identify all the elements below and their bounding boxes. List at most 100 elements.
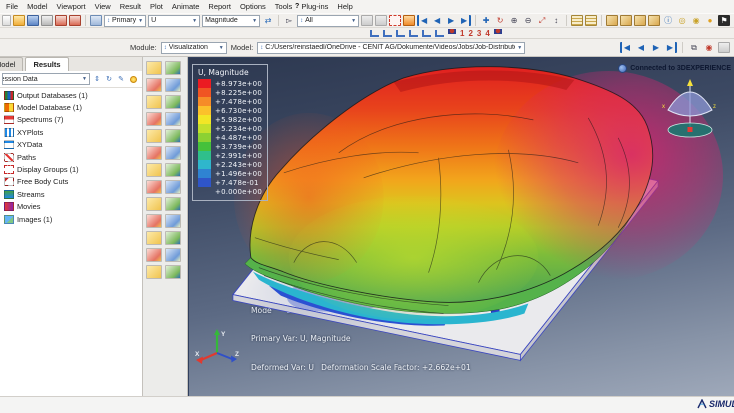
anim-next-icon[interactable]: ▶ [650, 42, 662, 53]
anim-prev-icon[interactable]: ◀ [635, 42, 647, 53]
pan-icon[interactable]: ✚ [480, 15, 492, 26]
contour-options-icon[interactable] [165, 78, 181, 92]
new-icon[interactable] [2, 15, 11, 26]
animate-time-history-icon[interactable] [146, 163, 162, 177]
view-back-icon[interactable] [383, 29, 392, 37]
tree-item[interactable]: Streams [0, 188, 142, 200]
tree-item[interactable]: Spectrums (7) [0, 114, 142, 126]
display-group-options-icon[interactable] [165, 248, 181, 262]
module-select[interactable]: ↕ Visualization ▼ [160, 41, 227, 54]
create-xy-data-icon[interactable] [146, 197, 162, 211]
free-body-cut-icon[interactable] [146, 231, 162, 245]
film-icon[interactable] [718, 42, 730, 53]
save-icon[interactable] [27, 15, 39, 26]
fit-view-icon[interactable]: ⤢ [536, 15, 548, 26]
display-group-select[interactable]: ↕ All ▼ [297, 14, 360, 27]
menu-item[interactable]: File [6, 2, 18, 11]
hidden-line-view-icon[interactable] [620, 15, 633, 26]
tree-item[interactable]: XYPlots [0, 126, 142, 138]
box-zoom-icon[interactable] [389, 15, 402, 26]
anim-last-icon[interactable]: ▶ [665, 42, 677, 53]
menu-item[interactable]: Report [208, 2, 231, 11]
animate-harmonic-icon[interactable] [165, 163, 181, 177]
menu-item[interactable]: Options [240, 2, 266, 11]
magnify-icon[interactable]: ⊕ [508, 15, 520, 26]
orientation-options-icon[interactable] [165, 112, 181, 126]
print-table-icon[interactable] [585, 15, 598, 26]
tree-item[interactable]: Output Databases (1) [0, 89, 142, 101]
query-icon[interactable] [146, 214, 162, 228]
tree-item[interactable]: Free Body Cuts [0, 176, 142, 188]
next-frame-icon[interactable]: ▶ [445, 15, 457, 26]
info-icon[interactable]: ⓘ [662, 15, 674, 26]
shaded-view-icon[interactable] [634, 15, 647, 26]
field-output-variable-select[interactable]: U ▼ [148, 14, 201, 27]
tree-item[interactable]: Paths [0, 151, 142, 163]
sync-icon[interactable]: ⇄ [262, 15, 274, 26]
query-table-icon[interactable] [571, 15, 584, 26]
zoom-out-icon[interactable]: ⊖ [522, 15, 534, 26]
tree-item[interactable]: Movies [0, 201, 142, 213]
open-icon[interactable] [13, 15, 25, 26]
intersect-selection-icon[interactable]: ◉ [690, 15, 702, 26]
camera-icon[interactable]: ◉ [703, 42, 715, 53]
menu-item[interactable]: Plug-ins [301, 2, 328, 11]
symbol-options-icon[interactable] [165, 95, 181, 109]
point-selection-icon[interactable]: ● [704, 15, 716, 26]
perspective-view-icon[interactable] [648, 15, 661, 26]
model-select[interactable]: ↕ C:/Users/reinstaedl/OneDrive - CENIT AG… [257, 41, 526, 54]
plot-deformed-icon[interactable] [165, 61, 181, 75]
rotate-icon[interactable]: ↻ [494, 15, 506, 26]
context-help-icon[interactable]: ? [295, 3, 299, 10]
render-shaded-icon[interactable] [403, 15, 416, 26]
tree-filter-select[interactable]: Session Data▼ [2, 73, 90, 85]
free-body-options-icon[interactable] [165, 231, 181, 245]
create-display-group-icon[interactable] [146, 248, 162, 262]
tab-model[interactable]: Model [0, 57, 24, 71]
anim-first-icon[interactable]: ◀ [620, 42, 632, 53]
animation-options-icon[interactable] [165, 146, 181, 160]
viewport-canvas[interactable]: ODB: Job-Distributed.odb Abaqus/Standard… [188, 57, 734, 397]
color-code-icon[interactable] [146, 265, 162, 279]
menu-item[interactable]: Result [120, 2, 141, 11]
stream-options-icon[interactable] [165, 265, 181, 279]
wireframe-view-icon[interactable] [606, 15, 619, 26]
plot-undeformed-icon[interactable] [146, 61, 162, 75]
view-cut-options-icon[interactable] [165, 180, 181, 194]
probe-flag-icon[interactable]: ⚑ [718, 15, 731, 26]
user-view2-icon[interactable] [493, 28, 502, 38]
plot-material-orientations-icon[interactable] [146, 112, 162, 126]
menu-item[interactable]: Help [337, 2, 352, 11]
compass-widget[interactable]: x z [660, 78, 720, 140]
remove-selected-icon[interactable] [375, 15, 388, 26]
cycle-views-icon[interactable]: ↕ [550, 15, 562, 26]
view-iso-icon[interactable] [435, 29, 444, 37]
tree-item[interactable]: XYData [0, 139, 142, 151]
tree-item[interactable]: Model Database (1) [0, 101, 142, 113]
last-frame-icon[interactable]: ▶ [459, 15, 472, 26]
print-icon[interactable] [41, 15, 53, 26]
edit-icon[interactable]: ✎ [116, 74, 126, 84]
animate-scale-factor-icon[interactable] [146, 146, 162, 160]
saved-view-button[interactable]: 3 [477, 29, 481, 38]
tree-item[interactable]: Display Groups (1) [0, 163, 142, 175]
result-options-icon[interactable] [165, 129, 181, 143]
activate-view-cut-icon[interactable] [146, 180, 162, 194]
allow-multiple-plot-states-icon[interactable] [146, 129, 162, 143]
first-frame-icon[interactable]: ◀ [417, 15, 429, 26]
cursor-icon[interactable]: ▻ [283, 15, 295, 26]
menu-item[interactable]: View [95, 2, 111, 11]
field-output-position-select[interactable]: ↕ Primary ▼ [104, 14, 147, 27]
view-left-icon[interactable] [422, 29, 431, 37]
upload-odb-icon[interactable] [69, 15, 81, 26]
view-bottom-icon[interactable] [409, 29, 418, 37]
refresh-icon[interactable]: ↻ [104, 74, 114, 84]
menu-item[interactable]: Tools [275, 2, 293, 11]
xy-options-icon[interactable] [165, 197, 181, 211]
union-selection-icon[interactable]: ◎ [676, 15, 688, 26]
plot-symbols-icon[interactable] [146, 95, 162, 109]
view-top-icon[interactable] [396, 29, 405, 37]
field-output-invariant-select[interactable]: Magnitude ▼ [202, 14, 261, 27]
menu-item[interactable]: Model [27, 2, 47, 11]
user-view-icon[interactable] [448, 28, 456, 38]
